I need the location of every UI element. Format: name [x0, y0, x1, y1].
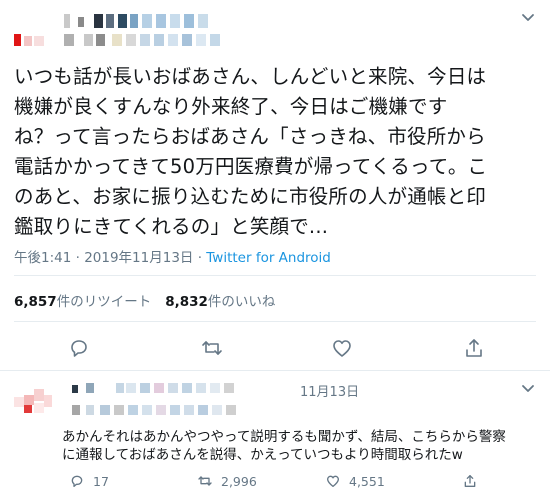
tweet-meta: 午後1:41 · 2019年11月13日 · Twitter for Andro… [14, 246, 331, 266]
author-handle-mosaic[interactable] [64, 34, 254, 48]
reply-date[interactable]: 11月13日 [300, 381, 359, 400]
tweet-stats: 6,857件のリツイート 8,832件のいいね [14, 290, 275, 310]
reply-like-action[interactable]: 4,551 [325, 472, 385, 490]
chevron-down-icon[interactable] [520, 383, 536, 395]
reply-share-action[interactable] [462, 472, 486, 490]
retweet-icon[interactable] [200, 336, 224, 360]
tweet-text-line: いつも話が長いおばあさん、しんどいと来院、今日は [14, 65, 487, 88]
tweet-text-line: のあと、お家に振り込むために市役所の人が通帳と印 [14, 185, 487, 208]
tweet-text: いつも話が長いおばあさん、しんどいと来院、今日は 機嫌が良くすんなり外来終了、今… [14, 62, 536, 242]
like-count: 4,551 [349, 473, 385, 489]
likes-label: 件のいいね [207, 294, 276, 310]
reply-count: 17 [93, 473, 109, 489]
share-icon [464, 475, 476, 487]
retweet-count: 2,996 [221, 473, 257, 489]
author-mosaic-name[interactable] [64, 14, 234, 28]
reply-avatar-mosaic[interactable] [14, 389, 54, 429]
reply-icon [71, 475, 83, 487]
tweet-text-line: 電話かかってきて50万円医療費が帰ってくるって。こ [14, 155, 488, 178]
chevron-down-icon[interactable] [520, 12, 536, 24]
author-avatar-mosaic[interactable] [14, 34, 64, 48]
reply-tweet[interactable]: 11月13日 あかんそれはあかんやつやって説明するも聞かず、結局、こちらから警察… [0, 370, 550, 492]
likes-count: 8,832 [165, 294, 208, 310]
main-tweet: いつも話が長いおばあさん、しんどいと来院、今日は 機嫌が良くすんなり外来終了、今… [0, 0, 550, 370]
tweet-timestamp[interactable]: 午後1:41 · 2019年11月13日 · [14, 250, 206, 266]
reply-text-line: あかんそれはあかんやつやって説明するも聞かず、結局、こちらから警察 [62, 429, 506, 445]
likes-stat[interactable]: 8,832件のいいね [165, 294, 275, 310]
tweet-source-link[interactable]: Twitter for Android [206, 250, 331, 266]
reply-icon[interactable] [67, 336, 91, 360]
like-icon [327, 475, 339, 487]
tweet-actions [0, 336, 550, 362]
divider [14, 321, 536, 322]
share-icon[interactable] [462, 336, 486, 360]
like-icon[interactable] [330, 336, 354, 360]
reply-text-line: に通報しておばあさんを説得、かえっていつもより時間取られたw [62, 447, 463, 463]
tweet-text-line: 機嫌が良くすんなり外来終了、今日はご機嫌です [14, 95, 448, 118]
retweets-stat[interactable]: 6,857件のリツイート [14, 294, 151, 310]
tweet-text-line: 鑑取りにきてくれるの」と笑顔で... [14, 215, 329, 238]
tweet-text-line: ね？って言ったらおばあさん「さっきね、市役所から [14, 125, 486, 148]
retweet-icon [198, 476, 212, 486]
reply-text: あかんそれはあかんやつやって説明するも聞かず、結局、こちらから警察 に通報してお… [62, 428, 542, 464]
reply-author-mosaic[interactable] [64, 379, 294, 421]
reply-retweet-action[interactable]: 2,996 [197, 472, 257, 490]
retweets-count: 6,857 [14, 294, 57, 310]
reply-actions: 17 2,996 4,551 [62, 472, 522, 490]
reply-reply-action[interactable]: 17 [69, 472, 109, 490]
divider [14, 275, 536, 276]
retweets-label: 件のリツイート [56, 294, 152, 310]
